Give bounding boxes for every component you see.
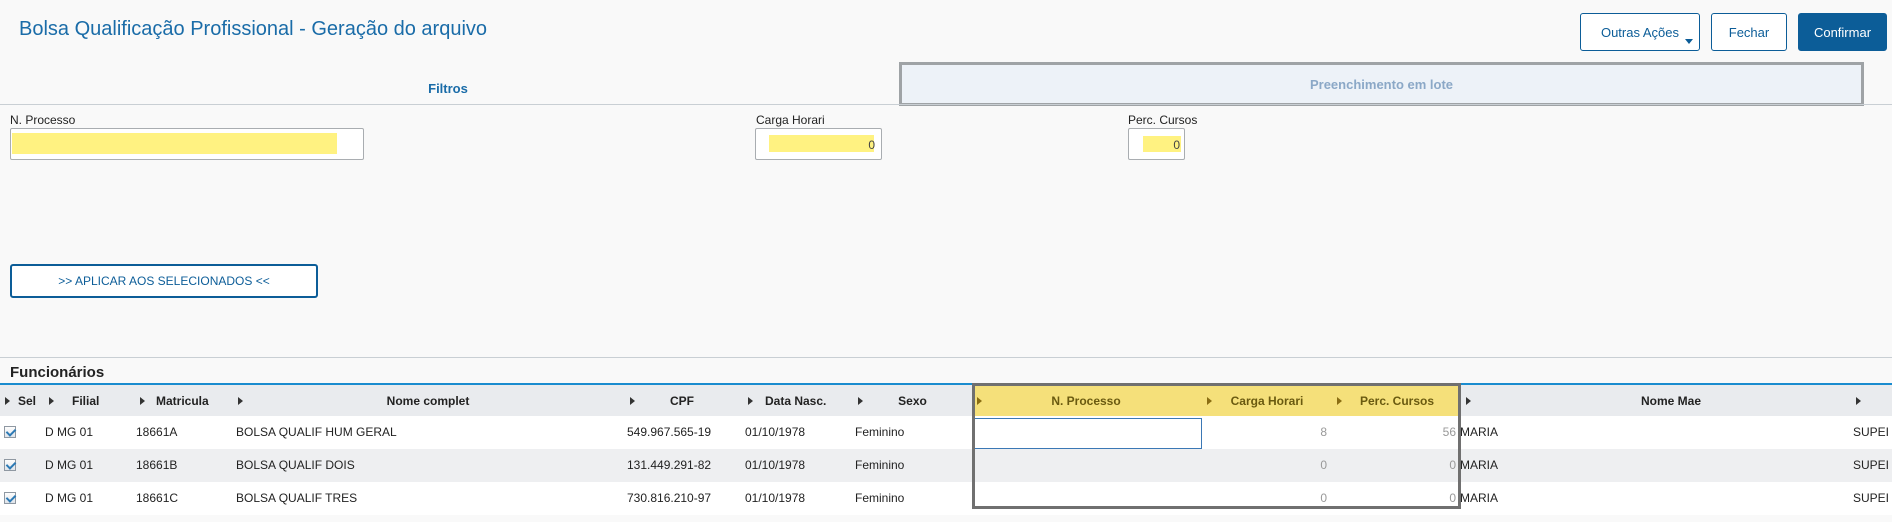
table-row[interactable]: D MG 01 18661C BOLSA QUALIF TRES 730.816…	[0, 482, 1892, 515]
cell-mae: MARIA	[1460, 425, 1499, 439]
perc-label: Perc. Cursos	[1128, 113, 1198, 127]
cell-sexo: Feminino	[855, 425, 905, 439]
apply-selected-button[interactable]: >> APLICAR AOS SELECIONADOS <<	[10, 264, 318, 298]
cell-matricula: 18661A	[136, 425, 178, 439]
cell-mae: MARIA	[1460, 458, 1499, 472]
sort-arrow-icon[interactable]	[5, 397, 10, 405]
cell-cpf: 549.967.565-19	[627, 425, 712, 439]
sort-arrow-icon[interactable]	[1856, 397, 1861, 405]
col-sel[interactable]: Sel	[18, 385, 48, 417]
cell-nasc: 01/10/1978	[745, 425, 806, 439]
cell-extra: SUPEI	[1853, 458, 1890, 472]
table-row[interactable]: D MG 01 18661A BOLSA QUALIF HUM GERAL 54…	[0, 416, 1892, 449]
table-row[interactable]: D MG 01 18661B BOLSA QUALIF DOIS 131.449…	[0, 449, 1892, 482]
other-actions-label: Outras Ações	[1600, 24, 1680, 40]
row-checkbox[interactable]	[4, 426, 16, 438]
cell-nome: BOLSA QUALIF HUM GERAL	[236, 425, 397, 439]
chevron-down-icon	[1685, 39, 1693, 44]
cell-nasc: 01/10/1978	[745, 491, 806, 505]
perc-value: 0	[1173, 138, 1180, 152]
row-checkbox[interactable]	[4, 492, 16, 504]
cell-extra: SUPEI	[1853, 491, 1890, 505]
sort-arrow-icon[interactable]	[49, 397, 54, 405]
processo-input[interactable]	[10, 128, 364, 160]
col-mae[interactable]: Nome Mae	[1476, 385, 1866, 417]
cell-nome: BOLSA QUALIF TRES	[236, 491, 358, 505]
cell-nasc: 01/10/1978	[745, 458, 806, 472]
col-nasc[interactable]: Data Nasc.	[765, 385, 865, 417]
col-filial[interactable]: Filial	[72, 385, 132, 417]
lote-columns-outline	[972, 383, 1461, 509]
sort-arrow-icon[interactable]	[140, 397, 145, 405]
close-button[interactable]: Fechar	[1711, 13, 1787, 51]
sort-arrow-icon[interactable]	[858, 397, 863, 405]
processo-highlight	[12, 133, 337, 154]
tab-divider	[0, 104, 1892, 105]
cell-cpf: 730.816.210-97	[627, 491, 712, 505]
cell-sexo: Feminino	[855, 491, 905, 505]
cell-filial: D MG 01	[45, 458, 94, 472]
section-divider	[0, 357, 1892, 358]
cell-filial: D MG 01	[45, 491, 94, 505]
cell-mae: MARIA	[1460, 491, 1499, 505]
sort-arrow-icon[interactable]	[748, 397, 753, 405]
row-checkbox[interactable]	[4, 459, 16, 471]
cell-sexo: Feminino	[855, 458, 905, 472]
col-nome[interactable]: Nome complet	[245, 385, 611, 417]
carga-value: 0	[868, 138, 875, 152]
cell-matricula: 18661C	[136, 491, 179, 505]
cell-extra: SUPEI	[1853, 425, 1890, 439]
tab-preenchimento-em-lote[interactable]: Preenchimento em lote	[899, 62, 1864, 106]
col-sexo[interactable]: Sexo	[875, 385, 950, 417]
cell-matricula: 18661B	[136, 458, 178, 472]
page-title: Bolsa Qualificação Profissional - Geraçã…	[19, 18, 488, 40]
carga-highlight	[769, 135, 874, 152]
processo-label: N. Processo	[10, 113, 76, 127]
carga-input[interactable]: 0	[755, 128, 882, 160]
other-actions-button[interactable]: Outras Ações	[1580, 13, 1700, 51]
perc-input[interactable]: 0	[1128, 128, 1185, 160]
sort-arrow-icon[interactable]	[630, 397, 635, 405]
carga-label: Carga Horari	[756, 113, 825, 127]
col-cpf[interactable]: CPF	[640, 385, 724, 417]
sort-arrow-icon[interactable]	[238, 397, 243, 405]
tab-filtros[interactable]: Filtros	[0, 70, 896, 106]
cell-filial: D MG 01	[45, 425, 94, 439]
sort-arrow-icon[interactable]	[1466, 397, 1471, 405]
cell-cpf: 131.449.291-82	[627, 458, 712, 472]
confirm-button[interactable]: Confirmar	[1798, 13, 1887, 51]
cell-nome: BOLSA QUALIF DOIS	[236, 458, 355, 472]
section-title: Funcionários	[10, 364, 105, 381]
